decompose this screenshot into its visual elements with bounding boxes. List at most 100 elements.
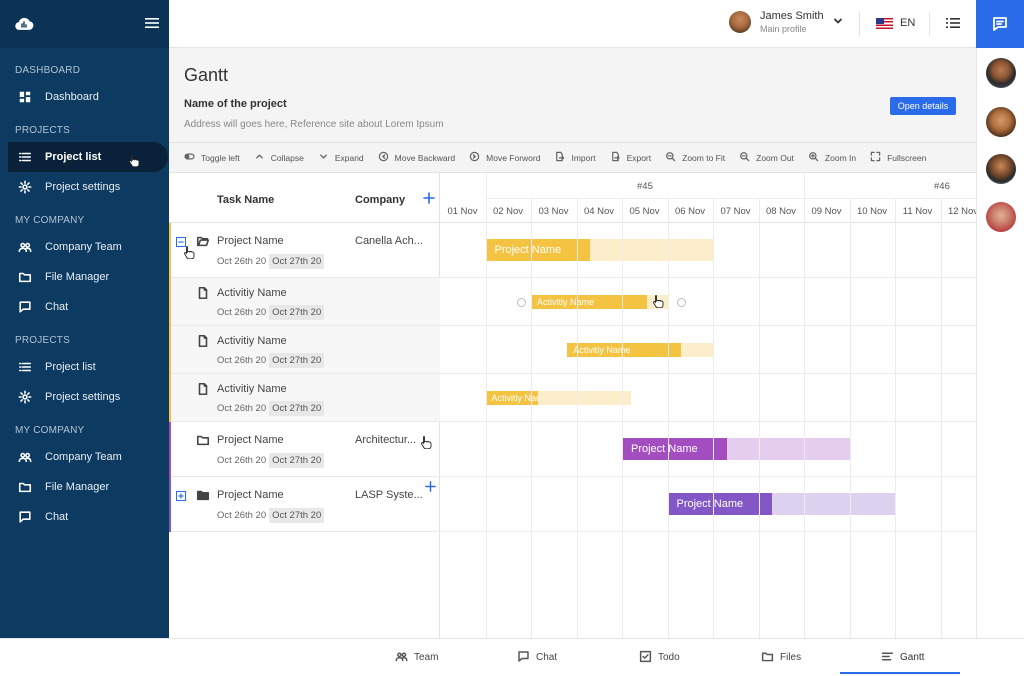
us-flag-icon xyxy=(876,17,893,29)
list-menu-icon[interactable] xyxy=(946,16,960,30)
contact-avatar[interactable] xyxy=(986,154,1016,184)
tab-chat[interactable]: Chat xyxy=(517,639,557,676)
gantt-bar[interactable]: Project Name xyxy=(667,492,773,515)
table-row[interactable]: Activitiy Name Oct 26th 20 Oct 27th 20 xyxy=(169,278,440,326)
link-handle-start[interactable] xyxy=(517,298,526,307)
sidebar-item-file-manager[interactable]: File Manager xyxy=(0,472,169,502)
sidebar-header xyxy=(0,0,169,48)
table-row[interactable]: Activitiy Name Oct 26th 20 Oct 27th 20 xyxy=(169,374,440,422)
divider xyxy=(929,12,930,36)
contact-avatar[interactable] xyxy=(986,107,1016,137)
table-row[interactable]: Project Name Oct 26th 20 Oct 27th 20 Archit… xyxy=(169,422,440,477)
table-row[interactable]: Project Name Oct 26th 20 Oct 27th 20 Canell… xyxy=(169,223,440,278)
timeline-day: 06 Nov xyxy=(674,206,706,217)
sidebar-item-project-list[interactable]: Project list xyxy=(0,352,169,382)
chat-icon xyxy=(517,650,530,663)
task-name[interactable]: Project Name xyxy=(217,235,284,247)
contact-avatar[interactable] xyxy=(986,202,1016,232)
sidebar-item-label: Company Team xyxy=(45,241,122,253)
toolbar-label: Zoom to Fit xyxy=(682,152,726,163)
sidebar-item-project-list[interactable]: Project list xyxy=(8,142,168,172)
task-end-date: Oct 27th 20 xyxy=(269,254,325,269)
cloud-logo-icon[interactable] xyxy=(14,14,34,34)
sidebar-section-title: DASHBOARD xyxy=(15,65,81,76)
chevron-down-icon xyxy=(318,151,329,162)
link-handle-end[interactable] xyxy=(676,298,686,307)
task-start-date: Oct 26th 20 xyxy=(217,307,267,318)
task-name[interactable]: Activitiy Name xyxy=(217,287,287,299)
task-name[interactable]: Activitiy Name xyxy=(217,383,287,395)
sidebar-item-dashboard[interactable]: Dashboard xyxy=(0,82,169,112)
row-color-marker xyxy=(169,422,171,477)
gantt-bar[interactable]: Project Name xyxy=(622,437,727,460)
week-row-divider xyxy=(486,198,976,199)
hamburger-menu-icon[interactable] xyxy=(145,17,159,29)
toolbar-toggle-left-button[interactable]: Toggle left xyxy=(184,151,240,164)
chat-panel-button[interactable] xyxy=(976,0,1024,48)
main-content: Gantt Name of the project Address will g… xyxy=(169,48,976,638)
toolbar-label: Move Backward xyxy=(394,152,456,163)
timeline-day: 07 Nov xyxy=(720,206,751,217)
task-name[interactable]: Project Name xyxy=(217,434,284,446)
gantt-bar[interactable]: Activitiy Name xyxy=(567,343,681,357)
gantt-bar[interactable]: Project Name xyxy=(485,238,591,261)
list-icon xyxy=(18,150,32,164)
tab-team[interactable]: Team xyxy=(395,639,438,676)
chat-icon xyxy=(18,300,32,314)
topbar: James Smith Main profile EN xyxy=(169,0,976,48)
toolbar-move-backward-button[interactable]: Move Backward xyxy=(378,151,455,164)
dashboard-icon xyxy=(18,90,32,104)
toolbar-label: Import xyxy=(571,152,596,163)
task-end-date: Oct 27th 20 xyxy=(269,401,325,416)
toolbar-export-button[interactable]: Export xyxy=(610,151,651,164)
sidebar-item-chat[interactable]: Chat xyxy=(0,292,169,322)
sidebar-item-project-settings[interactable]: Project settings xyxy=(0,172,169,202)
task-dates: Oct 26th 20 Oct 27th 20 xyxy=(217,305,325,320)
add-task-icon[interactable] xyxy=(423,192,435,204)
user-profile[interactable]: James Smith Main profile xyxy=(729,9,842,35)
avatar xyxy=(729,11,751,33)
task-name[interactable]: Activitiy Name xyxy=(217,335,287,347)
sidebar-item-label: File Manager xyxy=(45,271,110,283)
gantt-bar[interactable]: Activitiy Name xyxy=(531,295,648,309)
chevron-down-icon[interactable] xyxy=(833,16,843,26)
task-start-date: Oct 26th 20 xyxy=(217,403,267,414)
sidebar-item-label: Project list xyxy=(45,151,102,163)
table-row[interactable]: Project Name Oct 26th 20 Oct 27th 20 LASP S… xyxy=(169,477,440,532)
chat-icon xyxy=(18,510,32,524)
sidebar-item-project-settings[interactable]: Project settings xyxy=(0,382,169,412)
tab-todo[interactable]: Todo xyxy=(639,639,680,676)
toolbar-zoom-in-button[interactable]: Zoom In xyxy=(808,151,856,164)
sidebar-item-company-team[interactable]: Company Team xyxy=(0,232,169,262)
toolbar-fullscreen-button[interactable]: Fullscreen xyxy=(870,151,926,164)
add-subtask-icon[interactable] xyxy=(425,481,436,492)
team-icon xyxy=(18,450,32,464)
column-header-task-name[interactable]: Task Name xyxy=(217,194,274,206)
day-gridline xyxy=(485,173,487,638)
bottom-tab-bar: Team Chat Todo Files Gantt xyxy=(0,638,1024,675)
toolbar-import-button[interactable]: Import xyxy=(554,151,596,164)
column-header-company[interactable]: Company xyxy=(355,194,405,206)
open-details-button[interactable]: Open details xyxy=(890,97,956,115)
toolbar-expand-button[interactable]: Expand xyxy=(318,151,364,164)
expand-row-icon[interactable] xyxy=(176,491,186,501)
tab-files[interactable]: Files xyxy=(761,639,801,676)
contact-avatar[interactable] xyxy=(986,58,1016,88)
sidebar-section-title: PROJECTS xyxy=(15,335,70,346)
toolbar-zoom-out-button[interactable]: Zoom Out xyxy=(739,151,794,164)
gantt-bar-label: Project Name xyxy=(631,442,698,455)
sidebar-item-file-manager[interactable]: File Manager xyxy=(0,262,169,292)
toolbar-label: Move Forword xyxy=(486,152,541,163)
toolbar-collapse-button[interactable]: Collapse xyxy=(254,151,304,164)
table-row[interactable]: Activitiy Name Oct 26th 20 Oct 27th 20 xyxy=(169,326,440,374)
toolbar-zoom-to-fit-button[interactable]: Zoom to Fit xyxy=(665,151,725,164)
language-selector[interactable]: EN xyxy=(876,17,915,29)
tab-gantt[interactable]: Gantt xyxy=(881,639,924,676)
toolbar-move-forword-button[interactable]: Move Forword xyxy=(469,151,540,164)
task-name[interactable]: Project Name xyxy=(217,489,284,501)
sidebar-item-label: Chat xyxy=(45,301,69,313)
sidebar-item-chat[interactable]: Chat xyxy=(0,502,169,532)
sidebar-item-label: Project list xyxy=(45,361,96,373)
day-gridline xyxy=(940,198,942,638)
sidebar-item-company-team[interactable]: Company Team xyxy=(0,442,169,472)
